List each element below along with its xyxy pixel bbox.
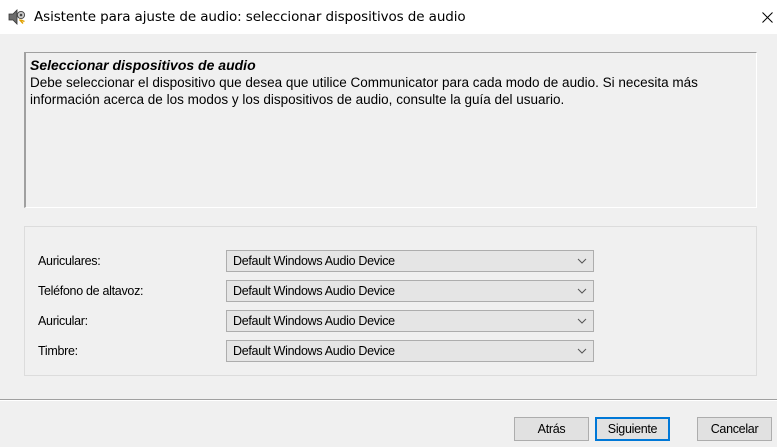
chevron-down-icon xyxy=(577,348,587,354)
ringer-device-value: Default Windows Audio Device xyxy=(233,344,395,358)
close-button[interactable] xyxy=(757,0,777,34)
header-panel: Seleccionar dispositivos de audio Debe s… xyxy=(24,52,757,208)
footer-separator xyxy=(0,399,777,401)
close-icon xyxy=(761,11,773,23)
next-button[interactable]: Siguiente xyxy=(595,417,670,441)
title-bar: Asistente para ajuste de audio: seleccio… xyxy=(0,0,777,34)
headphones-device-value: Default Windows Audio Device xyxy=(233,254,395,268)
window-title: Asistente para ajuste de audio: seleccio… xyxy=(34,9,466,25)
headphones-device-select[interactable]: Default Windows Audio Device xyxy=(226,250,594,272)
chevron-down-icon xyxy=(577,258,587,264)
ringer-label: Timbre: xyxy=(38,344,78,358)
handset-device-value: Default Windows Audio Device xyxy=(233,314,395,328)
handset-label: Auricular: xyxy=(38,314,88,328)
page-heading: Seleccionar dispositivos de audio xyxy=(30,57,256,73)
speakerphone-device-value: Default Windows Audio Device xyxy=(233,284,395,298)
cancel-button[interactable]: Cancelar xyxy=(697,417,772,441)
chevron-down-icon xyxy=(577,288,587,294)
speakerphone-device-select[interactable]: Default Windows Audio Device xyxy=(226,280,594,302)
headphones-label: Auriculares: xyxy=(38,254,101,268)
ringer-device-select[interactable]: Default Windows Audio Device xyxy=(226,340,594,362)
audio-wizard-icon xyxy=(8,9,26,25)
back-button[interactable]: Atrás xyxy=(514,417,589,441)
handset-device-select[interactable]: Default Windows Audio Device xyxy=(226,310,594,332)
chevron-down-icon xyxy=(577,318,587,324)
speakerphone-label: Teléfono de altavoz: xyxy=(38,284,144,298)
page-description: Debe seleccionar el dispositivo que dese… xyxy=(30,75,698,107)
